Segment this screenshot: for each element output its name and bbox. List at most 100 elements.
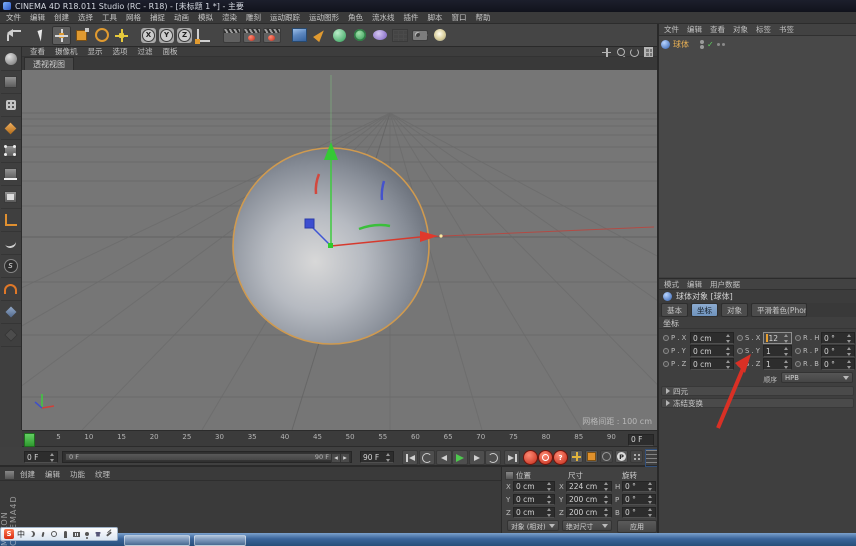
menu-item[interactable]: 网格 [126, 12, 141, 23]
key-pla-toggle[interactable] [630, 450, 643, 463]
move-tool-icon[interactable] [52, 25, 71, 45]
timeline-scrollbar[interactable]: 0 F 90 F [62, 451, 352, 463]
play-forward-button[interactable] [452, 450, 468, 465]
coordinate-system-icon[interactable] [194, 26, 213, 45]
menu-item[interactable]: 文件 [6, 12, 21, 23]
windows-taskbar[interactable] [0, 533, 856, 546]
viewport-menu-item[interactable]: 过滤 [138, 46, 153, 57]
emoji-icon[interactable] [50, 530, 58, 538]
spinner[interactable] [603, 495, 609, 504]
menu-item[interactable]: 选择 [78, 12, 93, 23]
material-menu-item[interactable]: 纹理 [95, 469, 110, 480]
halfwidth-moon-icon[interactable] [28, 530, 36, 538]
lock-y-button[interactable]: Y [159, 27, 174, 43]
spinner[interactable] [725, 346, 731, 356]
spinner[interactable] [725, 359, 731, 369]
timeline-playhead[interactable] [24, 433, 35, 447]
autokey-button[interactable] [538, 450, 553, 465]
object-manager-menu-item[interactable]: 文件 [664, 24, 679, 35]
keyframe-dot[interactable] [663, 361, 669, 367]
account-icon[interactable] [83, 530, 91, 538]
quaternion-section[interactable]: 四元 [661, 386, 854, 396]
panel-icon[interactable] [4, 470, 15, 480]
rotate-tool-icon[interactable] [92, 26, 111, 45]
spinner[interactable] [385, 452, 391, 462]
menu-item[interactable]: 运动图形 [309, 12, 339, 23]
lang-indicator[interactable]: 中 [17, 529, 25, 540]
size-field[interactable]: 224 cm [566, 481, 612, 492]
spinner[interactable] [725, 333, 731, 343]
spline-pen-icon[interactable] [310, 26, 329, 45]
tab-object[interactable]: 对象 [721, 303, 748, 317]
punctuation-icon[interactable] [39, 530, 47, 538]
menu-item[interactable]: 雕刻 [246, 12, 261, 23]
size-field[interactable]: 200 cm [566, 494, 612, 505]
keyframe-dot[interactable] [795, 335, 801, 341]
last-tool-icon[interactable] [112, 26, 131, 45]
current-frame-box[interactable]: 0 F [628, 433, 654, 446]
light-icon[interactable] [430, 26, 449, 45]
keyframe-dot[interactable] [795, 348, 801, 354]
voice-icon[interactable] [61, 530, 69, 538]
key-rotation-toggle[interactable] [600, 450, 613, 463]
start-frame-field[interactable]: 0 F [24, 451, 58, 463]
sy-field[interactable]: 1 [763, 345, 792, 357]
coordinate-mode-dropdown[interactable]: 对象 (相对) [507, 520, 559, 531]
previous-frame-button[interactable] [436, 450, 452, 465]
tab-coordinates[interactable]: 坐标 [691, 303, 718, 317]
render-settings-icon[interactable] [262, 26, 281, 45]
spinner[interactable] [603, 508, 609, 517]
menu-item[interactable]: 流水线 [372, 12, 395, 23]
next-frame-button[interactable] [469, 450, 485, 465]
taskbar-window-button[interactable] [194, 535, 246, 546]
model-mode-icon[interactable] [0, 71, 21, 94]
live-selection-icon[interactable] [32, 26, 51, 45]
panel-icon[interactable] [505, 471, 514, 480]
menu-item[interactable]: 窗口 [452, 12, 467, 23]
tab-basic[interactable]: 基本 [661, 303, 688, 317]
deformers-icon[interactable] [350, 26, 369, 45]
keyboard-icon[interactable] [72, 530, 80, 538]
object-manager-menu-item[interactable]: 标签 [756, 24, 771, 35]
menu-item[interactable]: 编辑 [30, 12, 45, 23]
spinner[interactable] [846, 346, 852, 356]
lock-x-button[interactable]: X [141, 27, 156, 43]
tab-phong[interactable]: 平滑着色(Phong) [751, 303, 807, 317]
magnet-icon[interactable] [0, 278, 21, 301]
object-name[interactable]: 球体 [673, 39, 689, 50]
spinner[interactable] [783, 359, 789, 369]
keyframe-dot[interactable] [737, 348, 743, 354]
zoom-view-icon[interactable] [616, 48, 625, 57]
timeline-ruler[interactable]: 051015202530354045505560657075808590 0 F [22, 430, 657, 447]
viewport-canvas[interactable]: 网格间距 : 100 cm [22, 70, 657, 430]
viewport-menu-item[interactable]: 显示 [88, 46, 103, 57]
keyframe-selection-button[interactable]: ? [553, 450, 568, 465]
scroll-right-icon[interactable] [340, 453, 350, 463]
material-manager[interactable]: 创建 编辑 功能 纹理 [0, 467, 502, 533]
material-menu-item[interactable]: 编辑 [45, 469, 60, 480]
viewport-tab-perspective[interactable]: 透视视图 [24, 57, 74, 70]
menu-item[interactable]: 角色 [348, 12, 363, 23]
position-field[interactable]: 0 cm [513, 494, 555, 505]
enabled-check-icon[interactable]: ✓ [707, 40, 714, 49]
generators-icon[interactable] [330, 26, 349, 45]
rotation-field[interactable]: 0 ° [622, 494, 656, 505]
menu-item[interactable]: 动画 [174, 12, 189, 23]
px-field[interactable]: 0 cm [690, 332, 734, 344]
object-manager-menu-item[interactable]: 对象 [733, 24, 748, 35]
camera-icon[interactable] [410, 26, 429, 45]
object-row-sphere[interactable]: 球体 ✓ [661, 38, 725, 50]
size-field[interactable]: 200 cm [566, 507, 612, 518]
rotation-field[interactable]: 0 ° [622, 507, 656, 518]
spinner[interactable] [647, 495, 653, 504]
key-position-toggle[interactable] [570, 450, 583, 463]
menu-item[interactable]: 插件 [404, 12, 419, 23]
visibility-dots[interactable] [700, 39, 704, 49]
menu-item[interactable]: 帮助 [476, 12, 491, 23]
uv-mode-icon[interactable] [0, 117, 21, 140]
undo-icon[interactable] [4, 26, 23, 45]
menu-item[interactable]: 创建 [54, 12, 69, 23]
add-cube-icon[interactable] [290, 26, 309, 45]
viewport-menu-item[interactable]: 摄像机 [55, 46, 78, 57]
rh-field[interactable]: 0 ° [821, 332, 855, 344]
